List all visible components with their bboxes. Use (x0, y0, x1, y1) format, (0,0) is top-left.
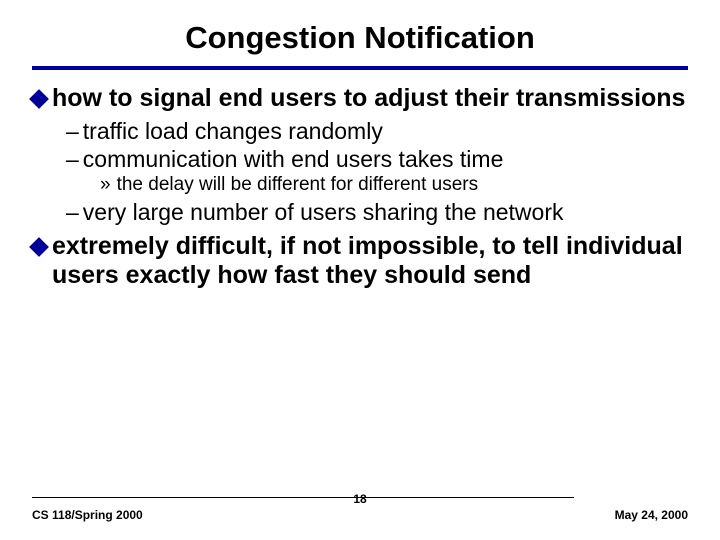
bullet-2: extremely difficult, if not impossible, … (32, 232, 688, 291)
bullet-1a: – traffic load changes randomly (32, 118, 688, 144)
bullet-1b1-text: the delay will be different for differen… (117, 174, 479, 197)
bullet-2-text: extremely difficult, if not impossible, … (52, 232, 688, 291)
bullet-1b1: » the delay will be different for differ… (32, 174, 688, 197)
bullet-1a-text: traffic load changes randomly (83, 118, 383, 144)
dash-icon: – (66, 199, 79, 225)
dash-icon: – (66, 118, 79, 144)
bullet-1c-text: very large number of users sharing the n… (83, 199, 564, 225)
diamond-icon (29, 237, 49, 257)
footer-right: May 24, 2000 (615, 508, 688, 522)
diamond-icon (29, 89, 49, 109)
footer-left: CS 118/Spring 2000 (32, 508, 143, 522)
bullet-1-text: how to signal end users to adjust their … (52, 84, 685, 114)
footer: CS 118/Spring 2000 May 24, 2000 (0, 508, 720, 522)
slide-number: 18 (353, 492, 366, 506)
bullet-1: how to signal end users to adjust their … (32, 84, 688, 114)
dash-icon: – (66, 146, 79, 172)
content-area: how to signal end users to adjust their … (32, 84, 688, 291)
raquo-icon: » (100, 174, 111, 197)
slide-title: Congestion Notification (32, 20, 688, 56)
bullet-1c: – very large number of users sharing the… (32, 199, 688, 225)
bullet-1b-text: communication with end users takes time (83, 146, 504, 172)
footer-rule (32, 497, 574, 498)
bullet-1b: – communication with end users takes tim… (32, 146, 688, 172)
slide: Congestion Notification how to signal en… (0, 0, 720, 540)
title-underline (32, 66, 688, 70)
